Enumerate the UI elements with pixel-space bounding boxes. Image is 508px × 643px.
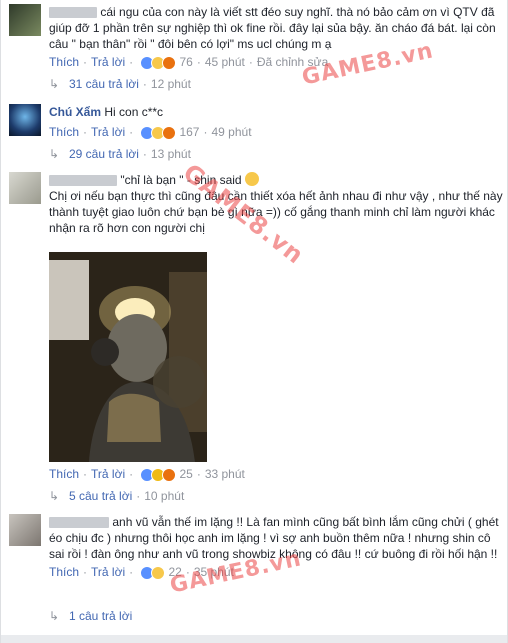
- photo-illustration: [49, 252, 207, 462]
- angry-reaction-icon: [162, 55, 177, 70]
- replies-time: 10 phút: [144, 489, 185, 503]
- comment-body: Hi con c**c: [104, 105, 164, 119]
- avatar[interactable]: [9, 104, 41, 136]
- reaction-count[interactable]: 25: [179, 467, 192, 481]
- bottom-divider: [1, 635, 507, 643]
- smile-emoji-icon: [244, 172, 259, 186]
- comment-text: cái ngu của con này là viết stt đéo suy …: [49, 4, 503, 52]
- angry-reaction-icon: [162, 125, 177, 140]
- haha-reaction-icon: [151, 565, 166, 580]
- comment-actions: Thích · Trả lời · 25 · 33 phút: [49, 467, 245, 482]
- reply-link[interactable]: Trả lời: [91, 125, 125, 139]
- like-link[interactable]: Thích: [49, 55, 79, 69]
- comment-text: "chỉ là bạn " - shin said Chị ơi nếu bạn…: [49, 172, 503, 236]
- author-name[interactable]: Chú Xẩm: [49, 105, 101, 119]
- avatar[interactable]: [9, 172, 41, 204]
- replies-time: 13 phút: [150, 147, 191, 161]
- view-replies-link[interactable]: ↳ 1 câu trả lời: [49, 608, 132, 624]
- view-replies-link[interactable]: ↳ 31 câu trả lời · 12 phút: [49, 76, 191, 92]
- comment-photo[interactable]: [49, 252, 207, 462]
- reply-arrow-icon: ↳: [49, 489, 60, 503]
- reply-link[interactable]: Trả lời: [91, 565, 125, 579]
- like-link[interactable]: Thích: [49, 125, 79, 139]
- like-link[interactable]: Thích: [49, 565, 79, 579]
- reply-link[interactable]: Trả lời: [91, 467, 125, 481]
- reply-arrow-icon: ↳: [49, 609, 60, 623]
- reaction-count[interactable]: 76: [179, 55, 192, 69]
- avatar[interactable]: [9, 4, 41, 36]
- reply-link[interactable]: Trả lời: [91, 55, 125, 69]
- reaction-icons[interactable]: [140, 467, 177, 482]
- comment-time[interactable]: 45 phút: [205, 55, 245, 69]
- blurred-author-name[interactable]: [49, 7, 97, 19]
- comment-text: anh vũ vẫn thế im lặng !! Là fan mình cũ…: [49, 514, 503, 562]
- like-link[interactable]: Thích: [49, 467, 79, 481]
- reaction-icons[interactable]: [140, 565, 166, 580]
- comment-actions: Thích · Trả lời · 167 · 49 phút: [49, 125, 252, 140]
- comment-time[interactable]: 49 phút: [211, 125, 251, 139]
- comment-time[interactable]: 33 phút: [205, 467, 245, 481]
- replies-time: 12 phút: [150, 77, 191, 91]
- comment-feed: cái ngu của con này là viết stt đéo suy …: [0, 0, 508, 643]
- comment-actions: Thích · Trả lời · 76 · 45 phút · Đã chỉnh sửa: [49, 55, 329, 70]
- blurred-author-name[interactable]: [49, 517, 109, 529]
- quote-text: "chỉ là bạn " - shin said: [120, 173, 242, 187]
- reaction-icons[interactable]: [140, 125, 177, 140]
- edited-label[interactable]: Đã chỉnh sửa: [257, 55, 328, 69]
- view-replies-link[interactable]: ↳ 29 câu trả lời · 13 phút: [49, 146, 191, 162]
- angry-reaction-icon: [162, 467, 177, 482]
- reply-arrow-icon: ↳: [49, 147, 60, 161]
- reaction-count[interactable]: 167: [179, 125, 199, 139]
- view-replies-link[interactable]: ↳ 5 câu trả lời · 10 phút: [49, 488, 184, 504]
- comment-time[interactable]: 35 phút: [194, 565, 234, 579]
- reaction-count[interactable]: 22: [168, 565, 181, 579]
- blurred-author-name[interactable]: [49, 175, 117, 187]
- comment-actions: Thích · Trả lời · 22 · 35 phút: [49, 565, 234, 580]
- reply-arrow-icon: ↳: [49, 77, 60, 91]
- reaction-icons[interactable]: [140, 55, 177, 70]
- comment-body: cái ngu của con này là viết stt đéo suy …: [49, 5, 496, 51]
- comment-text: Chú Xẩm Hi con c**c: [49, 104, 503, 120]
- comment-body: anh vũ vẫn thế im lặng !! Là fan mình cũ…: [49, 515, 499, 561]
- avatar[interactable]: [9, 514, 41, 546]
- comment-body: Chị ơi nếu bạn thực thì cũng đâu cần thi…: [49, 189, 503, 235]
